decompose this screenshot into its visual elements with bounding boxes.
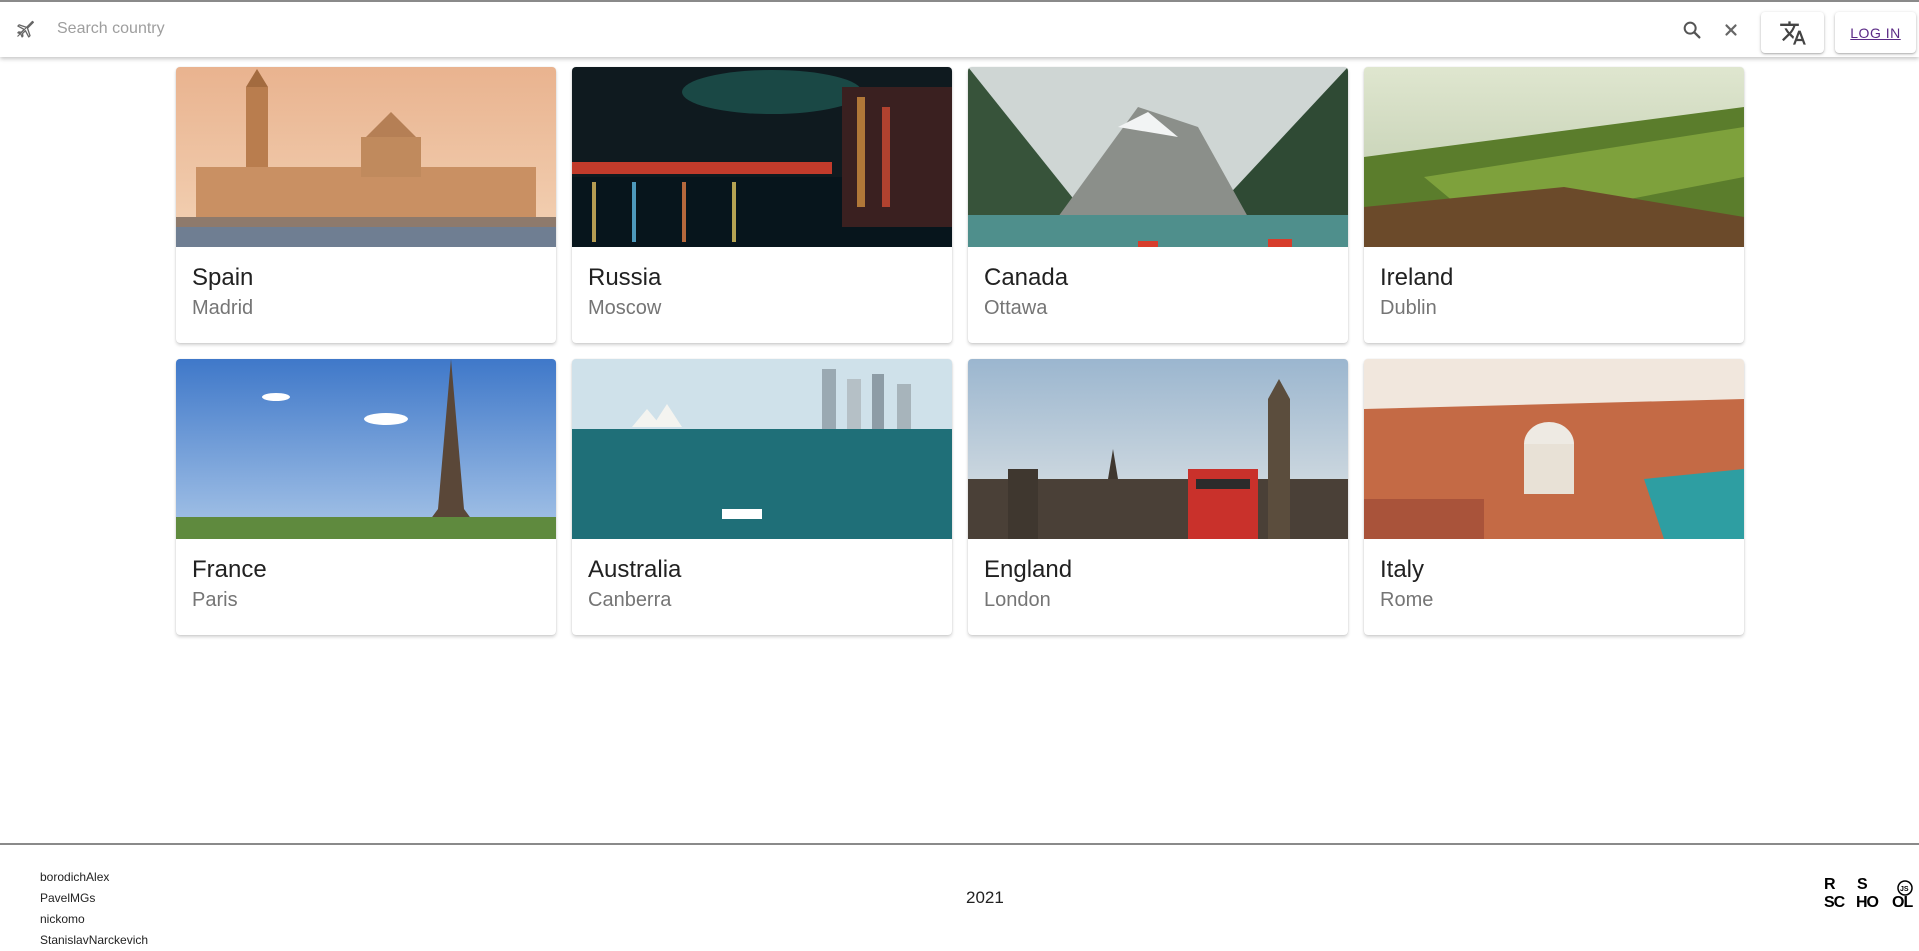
svg-text:JS: JS [1900,886,1909,893]
svg-text:S: S [1857,876,1868,893]
capital-name: Canberra [588,589,672,611]
search-input[interactable] [55,16,1655,42]
country-name: Canada [984,264,1069,291]
country-name: Russia [588,264,662,291]
svg-text:HO: HO [1856,894,1879,911]
svg-text:R: R [1824,876,1836,893]
svg-text:OL: OL [1892,894,1913,911]
airplane-icon [17,20,34,38]
country-image [968,359,1348,539]
capital-name: London [984,589,1051,611]
country-card-italy[interactable]: Italy Rome [1364,359,1744,635]
country-image [1364,67,1744,247]
country-card-spain[interactable]: Spain Madrid [176,67,556,343]
country-name: Australia [588,556,682,583]
login-button[interactable]: LOG IN [1835,12,1916,53]
country-name: Ireland [1380,264,1454,291]
country-image [1364,359,1744,539]
country-card-australia[interactable]: Australia Canberra [572,359,952,635]
country-image [572,359,952,539]
app-footer: borodichAlex PavelMGs nickomo StanislavN… [0,843,1919,947]
close-icon[interactable] [1722,21,1740,39]
author-link[interactable]: borodichAlex [40,867,148,888]
author-link[interactable]: nickomo [40,909,148,930]
language-button[interactable] [1761,12,1824,53]
capital-name: Moscow [588,297,662,319]
capital-name: Madrid [192,297,254,319]
country-card-canada[interactable]: Canada Ottawa [968,67,1348,343]
country-image [968,67,1348,247]
country-card-france[interactable]: France Paris [176,359,556,635]
svg-text:SC: SC [1824,894,1846,911]
country-name: Italy [1380,556,1425,583]
country-grid: Spain Madrid Russia Moscow Canada Ottawa… [176,67,1746,635]
app-header: LOG IN [0,0,1919,57]
author-link[interactable]: PavelMGs [40,888,148,909]
capital-name: Rome [1380,589,1434,611]
country-card-russia[interactable]: Russia Moscow [572,67,952,343]
rs-school-logo-icon[interactable]: R S SC HO OL JS [1822,875,1919,915]
country-card-england[interactable]: England London [968,359,1348,635]
capital-name: Dublin [1380,297,1437,319]
country-image [176,67,556,247]
country-name: France [192,556,267,583]
country-image [572,67,952,247]
country-name: Spain [192,264,254,291]
translate-icon [1779,20,1806,45]
search-icon[interactable] [1681,19,1703,41]
authors-list: borodichAlex PavelMGs nickomo StanislavN… [40,867,148,951]
country-name: England [984,556,1073,583]
capital-name: Ottawa [984,297,1048,319]
country-card-ireland[interactable]: Ireland Dublin [1364,67,1744,343]
country-image [176,359,556,539]
capital-name: Paris [192,589,238,611]
copyright-year: 2021 [966,888,1004,907]
